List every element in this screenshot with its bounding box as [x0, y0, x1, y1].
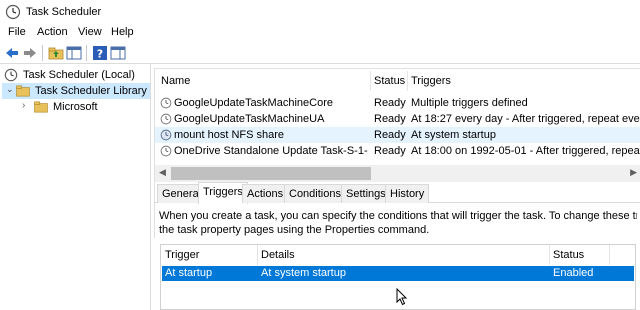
- scrollbar-thumb[interactable]: [171, 167, 371, 180]
- show-hide-tree-icon[interactable]: [66, 45, 82, 61]
- column-header-status[interactable]: Status: [553, 249, 584, 261]
- column-header-status[interactable]: Status: [374, 75, 405, 87]
- help-icon[interactable]: ?: [92, 45, 108, 61]
- column-header-name[interactable]: Name: [161, 75, 190, 87]
- main-pane: Name Status Triggers GoogleUpdateTaskMac…: [154, 64, 640, 310]
- task-name: mount host NFS share: [174, 129, 285, 141]
- navigation-tree: Task Scheduler (Local) ⌄ Task Scheduler …: [0, 64, 151, 310]
- task-name: GoogleUpdateTaskMachineCore: [174, 97, 333, 109]
- task-row-selected[interactable]: mount host NFS share Ready At system sta…: [155, 127, 640, 143]
- trigger-details: At system startup: [261, 267, 346, 279]
- horizontal-scrollbar[interactable]: ◀ ▶: [155, 165, 640, 182]
- column-header-trigger[interactable]: Trigger: [165, 249, 199, 261]
- trigger-row-selected[interactable]: At startup At system startup Enabled: [162, 266, 634, 281]
- tab-actions[interactable]: Actions: [242, 184, 289, 203]
- folder-icon: [16, 85, 30, 97]
- triggers-description: When you create a task, you can specify …: [159, 209, 637, 237]
- description-line: the task property pages using the Proper…: [159, 224, 430, 236]
- task-status: Ready: [374, 113, 406, 125]
- task-name: GoogleUpdateTaskMachineUA: [174, 113, 325, 125]
- task-triggers: At 18:27 every day - After triggered, re…: [411, 113, 640, 125]
- column-divider[interactable]: [549, 245, 550, 265]
- menu-file[interactable]: File: [8, 26, 26, 38]
- task-row[interactable]: GoogleUpdateTaskMachineUA Ready At 18:27…: [155, 111, 640, 127]
- tree-library-label: Task Scheduler Library: [35, 85, 147, 97]
- task-clock-icon: [160, 97, 172, 109]
- back-arrow-icon[interactable]: [4, 45, 20, 61]
- chevron-right-icon[interactable]: ›: [22, 100, 25, 111]
- column-header-details[interactable]: Details: [261, 249, 295, 261]
- task-clock-icon: [160, 113, 172, 125]
- task-clock-icon: [160, 145, 172, 157]
- up-folder-icon[interactable]: [48, 45, 64, 61]
- task-triggers: At system startup: [411, 129, 496, 141]
- trigger-type: At startup: [165, 267, 213, 279]
- tab-history[interactable]: History: [385, 184, 430, 203]
- column-header-triggers[interactable]: Triggers: [411, 75, 451, 87]
- column-divider[interactable]: [257, 245, 258, 265]
- task-status: Ready: [374, 97, 406, 109]
- menu-action[interactable]: Action: [37, 26, 68, 38]
- task-row[interactable]: GoogleUpdateTaskMachineCore Ready Multip…: [155, 95, 640, 111]
- tree-item-microsoft[interactable]: › Microsoft: [2, 99, 150, 115]
- task-status: Ready: [374, 145, 406, 157]
- menu-bar: File Action View Help: [0, 24, 640, 42]
- menu-help[interactable]: Help: [111, 26, 134, 38]
- show-hide-action-pane-icon[interactable]: [110, 45, 126, 61]
- tree-microsoft-label: Microsoft: [53, 101, 98, 113]
- clock-icon: [4, 68, 18, 82]
- scroll-left-icon[interactable]: ◀: [159, 167, 166, 178]
- task-triggers: Multiple triggers defined: [411, 97, 528, 109]
- task-clock-icon: [160, 129, 172, 141]
- tree-item-root[interactable]: Task Scheduler (Local): [2, 67, 150, 83]
- clock-app-icon: [5, 4, 21, 20]
- tab-settings[interactable]: Settings: [341, 184, 391, 203]
- column-divider[interactable]: [370, 71, 371, 91]
- mouse-cursor-icon: [396, 288, 408, 306]
- column-divider[interactable]: [609, 245, 610, 265]
- description-line: When you create a task, you can specify …: [159, 210, 637, 222]
- title-bar: Task Scheduler: [0, 0, 640, 24]
- toolbar: ?: [0, 42, 640, 64]
- tree-item-library[interactable]: ⌄ Task Scheduler Library: [2, 83, 150, 99]
- window-title: Task Scheduler: [26, 6, 102, 18]
- scroll-right-icon[interactable]: ▶: [630, 167, 637, 178]
- menu-view[interactable]: View: [78, 26, 102, 38]
- column-divider[interactable]: [407, 71, 408, 91]
- trigger-status: Enabled: [553, 267, 594, 279]
- detail-tabs: General Triggers Actions Conditions Sett…: [154, 181, 640, 204]
- folder-icon: [34, 101, 48, 113]
- tree-root-label: Task Scheduler (Local): [23, 69, 135, 81]
- toolbar-separator: [86, 45, 87, 61]
- forward-arrow-icon[interactable]: [22, 45, 38, 61]
- svg-text:?: ?: [97, 48, 103, 61]
- task-status: Ready: [374, 129, 406, 141]
- task-name: OneDrive Standalone Update Task-S-1-5-21…: [174, 145, 368, 157]
- task-triggers: At 18:00 on 1992-05-01 - After triggered…: [411, 145, 640, 157]
- tab-conditions[interactable]: Conditions: [284, 184, 346, 203]
- chevron-down-icon[interactable]: ⌄: [6, 84, 14, 95]
- tab-triggers[interactable]: Triggers: [198, 182, 248, 204]
- toolbar-separator: [42, 45, 43, 61]
- task-row[interactable]: OneDrive Standalone Update Task-S-1-5-21…: [155, 143, 640, 159]
